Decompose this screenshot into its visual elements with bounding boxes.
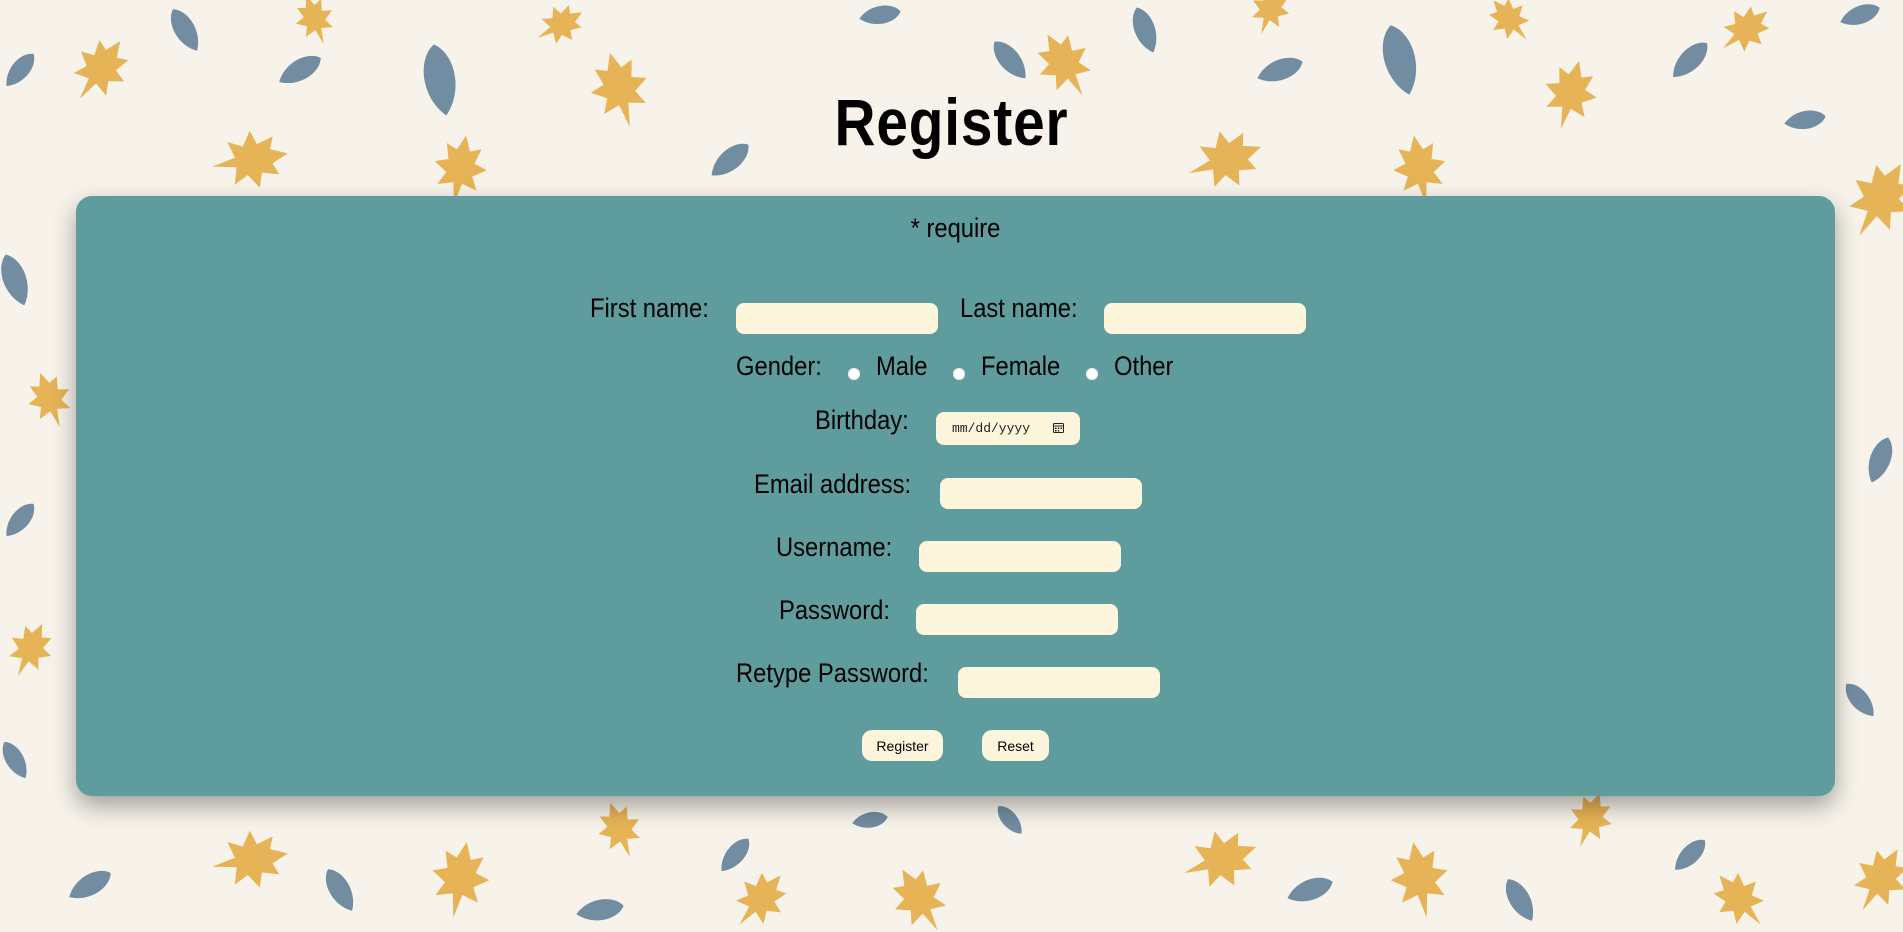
gender-radio-female[interactable] [953, 368, 965, 380]
gender-radio-other[interactable] [1086, 368, 1098, 380]
gender-label: Gender: [736, 351, 822, 381]
retype-password-field[interactable] [958, 667, 1160, 698]
password-field[interactable] [916, 604, 1118, 635]
username-label: Username: [776, 532, 893, 562]
retype-password-label: Retype Password: [736, 658, 929, 688]
birthday-label: Birthday: [815, 405, 909, 435]
calendar-icon[interactable] [1053, 422, 1064, 433]
email-label: Email address: [754, 469, 912, 499]
gender-option-female: Female [981, 351, 1061, 381]
required-note: * require [910, 213, 1001, 243]
email-field[interactable] [940, 478, 1142, 509]
last-name-label: Last name: [960, 293, 1078, 323]
username-field[interactable] [919, 541, 1121, 572]
birthday-date-input[interactable]: mm/dd/yyyy [936, 412, 1080, 445]
register-button[interactable]: Register [862, 730, 943, 761]
birthday-placeholder: mm/dd/yyyy [952, 421, 1031, 436]
password-label: Password: [779, 595, 890, 625]
reset-button[interactable]: Reset [982, 730, 1049, 761]
register-form: * require First name: Last name: Gender:… [76, 196, 1835, 796]
last-name-field[interactable] [1104, 303, 1306, 334]
gender-option-other: Other [1114, 351, 1174, 381]
first-name-field[interactable] [736, 303, 938, 334]
gender-option-male: Male [876, 351, 928, 381]
gender-radio-male[interactable] [848, 368, 860, 380]
page-title: Register [834, 85, 1069, 159]
first-name-label: First name: [590, 293, 709, 323]
